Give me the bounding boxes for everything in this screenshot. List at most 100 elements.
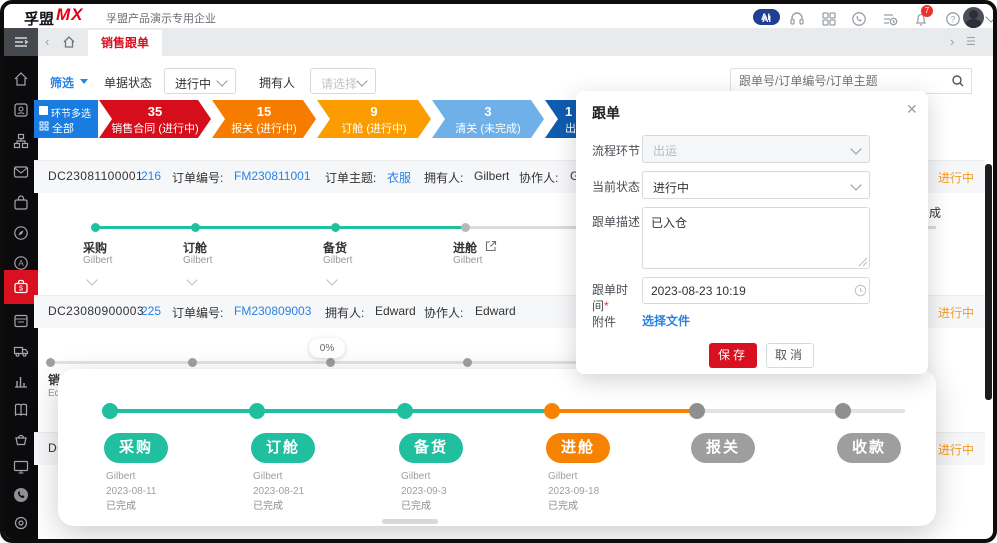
sidebar-item-documents[interactable]	[12, 401, 30, 419]
popup-stage-pill[interactable]: 收款	[837, 433, 901, 463]
timeline-dot[interactable]	[46, 358, 55, 367]
apps-grid-icon[interactable]	[820, 10, 838, 28]
funnel-stage-booking[interactable]: 9订舱 (进行中)	[317, 100, 431, 138]
sidebar-item-finance[interactable]	[12, 430, 30, 448]
timeline-dot[interactable]	[91, 223, 100, 232]
sidebar-item-orders-active[interactable]: $	[4, 270, 38, 304]
modal-time-label-line2: 间*	[592, 297, 609, 314]
popup-stage-pill[interactable]: 进舱	[546, 433, 610, 463]
sidebar-item-billing[interactable]	[12, 312, 30, 330]
sidebar-item-whatsapp[interactable]	[12, 486, 30, 504]
tab-scroll-right-icon[interactable]: ›	[950, 34, 954, 49]
save-button-label: 保存	[718, 348, 748, 362]
edit-stage-icon[interactable]	[485, 240, 497, 252]
tab-label: 销售跟单	[101, 36, 149, 50]
owner-value: Edward	[375, 304, 416, 318]
popup-stage-dot	[397, 403, 413, 419]
sidebar-item-contacts[interactable]	[12, 101, 30, 119]
whatsapp-icon[interactable]	[850, 10, 868, 28]
filter-toggle[interactable]: 筛选	[50, 74, 74, 91]
sidebar-item-discovery[interactable]	[12, 224, 30, 242]
order-no-link[interactable]: FM230809003	[234, 304, 311, 318]
order-count-link[interactable]: 225	[141, 304, 161, 318]
popup-stage-pill[interactable]: 采购	[104, 433, 168, 463]
textarea-resize-handle[interactable]	[858, 257, 868, 267]
ai-badge-text: AI	[761, 12, 770, 22]
task-list-icon[interactable]	[881, 10, 899, 28]
collapse-menu-button[interactable]	[4, 28, 38, 56]
collaborator-label: 协作人:	[519, 169, 558, 186]
headset-icon[interactable]	[788, 10, 806, 28]
timeline-line-pending	[50, 361, 577, 364]
tab-sales-tracking[interactable]: 销售跟单	[88, 30, 162, 56]
order-count-link[interactable]: 216	[141, 169, 161, 183]
clock-icon	[854, 284, 867, 297]
timeline-dot[interactable]	[463, 358, 472, 367]
sidebar-item-mail[interactable]	[12, 163, 30, 181]
svg-text:?: ?	[951, 14, 956, 24]
owner-filter-label: 拥有人	[259, 74, 295, 91]
svg-text:A: A	[18, 259, 24, 268]
tab-menu-icon[interactable]: ☰	[966, 35, 976, 48]
timeline-dot[interactable]	[326, 358, 335, 367]
sidebar-item-org-structure[interactable]	[12, 132, 30, 150]
popup-stage-person: Gilbert	[253, 469, 282, 484]
modal-desc-textarea[interactable]: 已入仓	[642, 207, 870, 269]
help-circle-icon[interactable]: ?	[944, 10, 962, 28]
modal-time-input[interactable]	[642, 277, 870, 304]
owner-filter-select[interactable]: 请选择	[310, 68, 376, 94]
funnel-stage-customs[interactable]: 15报关 (进行中)	[212, 100, 316, 138]
timeline-dot[interactable]	[331, 223, 340, 232]
status-badge: 进行中	[938, 169, 974, 186]
funnel-all-block[interactable]: 环节多选 全部	[34, 100, 98, 138]
popup-stage-dot	[544, 403, 560, 419]
modal-stage-value: 出运	[653, 142, 677, 159]
sidebar-item-presentation[interactable]	[12, 458, 30, 476]
vertical-scrollbar-thumb[interactable]	[985, 164, 992, 400]
sidebar-item-logistics[interactable]	[12, 342, 30, 360]
owner-value: Gilbert	[474, 169, 509, 183]
logo-text: 孚盟	[24, 8, 54, 29]
select-chevron-icon	[216, 75, 227, 86]
tab-back-chevron[interactable]: ‹	[45, 34, 49, 49]
close-icon[interactable]: ✕	[906, 101, 918, 118]
logo-mark: MX	[56, 5, 84, 25]
stage-person: Gilbert	[453, 255, 482, 266]
order-no-label: 订单编号:	[172, 169, 223, 186]
order-no-link[interactable]: FM230811001	[234, 169, 311, 183]
modal-status-select[interactable]: 进行中	[642, 171, 870, 199]
expand-stage-chevron-icon[interactable]	[326, 274, 337, 285]
search-button[interactable]	[944, 68, 972, 94]
funnel-stage-clearance[interactable]: 3清关 (未完成)	[432, 100, 544, 138]
timeline-dot[interactable]	[188, 358, 197, 367]
subject-link[interactable]: 衣服	[387, 169, 411, 186]
stage-name: 备货	[323, 239, 347, 256]
notification-badge: 7	[921, 5, 933, 17]
popup-line-pending	[697, 409, 905, 413]
sidebar-item-home[interactable]	[12, 70, 30, 88]
popup-scrollbar-thumb[interactable]	[382, 519, 438, 524]
timeline-dot[interactable]	[461, 223, 470, 232]
status-filter-select[interactable]: 进行中	[164, 68, 236, 94]
popup-stage-pill[interactable]: 订舱	[251, 433, 315, 463]
status-filter-value: 进行中	[175, 75, 211, 92]
popup-stage-pill[interactable]: 报关	[691, 433, 755, 463]
multi-select-label: 环节多选	[51, 105, 91, 120]
popup-stage-pill[interactable]: 备货	[399, 433, 463, 463]
sidebar-item-reports[interactable]	[12, 372, 30, 390]
select-chevron-icon	[850, 143, 861, 154]
cancel-button[interactable]: 取消	[766, 343, 814, 368]
user-avatar[interactable]	[963, 7, 984, 28]
popup-stage-date: 2023-08-11	[106, 484, 156, 499]
sidebar-item-products[interactable]	[12, 194, 30, 212]
choose-file-link[interactable]: 选择文件	[642, 312, 690, 329]
timeline-dot[interactable]	[191, 223, 200, 232]
expand-stage-chevron-icon[interactable]	[186, 274, 197, 285]
home-icon[interactable]	[61, 34, 77, 50]
sidebar-item-settings[interactable]	[12, 514, 30, 532]
save-button[interactable]: 保存	[709, 343, 757, 368]
notification-bell-icon[interactable]: 7	[912, 10, 930, 28]
stage-multiselect-checkbox[interactable]	[39, 106, 48, 115]
expand-stage-chevron-icon[interactable]	[86, 274, 97, 285]
funnel-stage-sales-contract[interactable]: 35销售合同 (进行中)	[99, 100, 211, 138]
